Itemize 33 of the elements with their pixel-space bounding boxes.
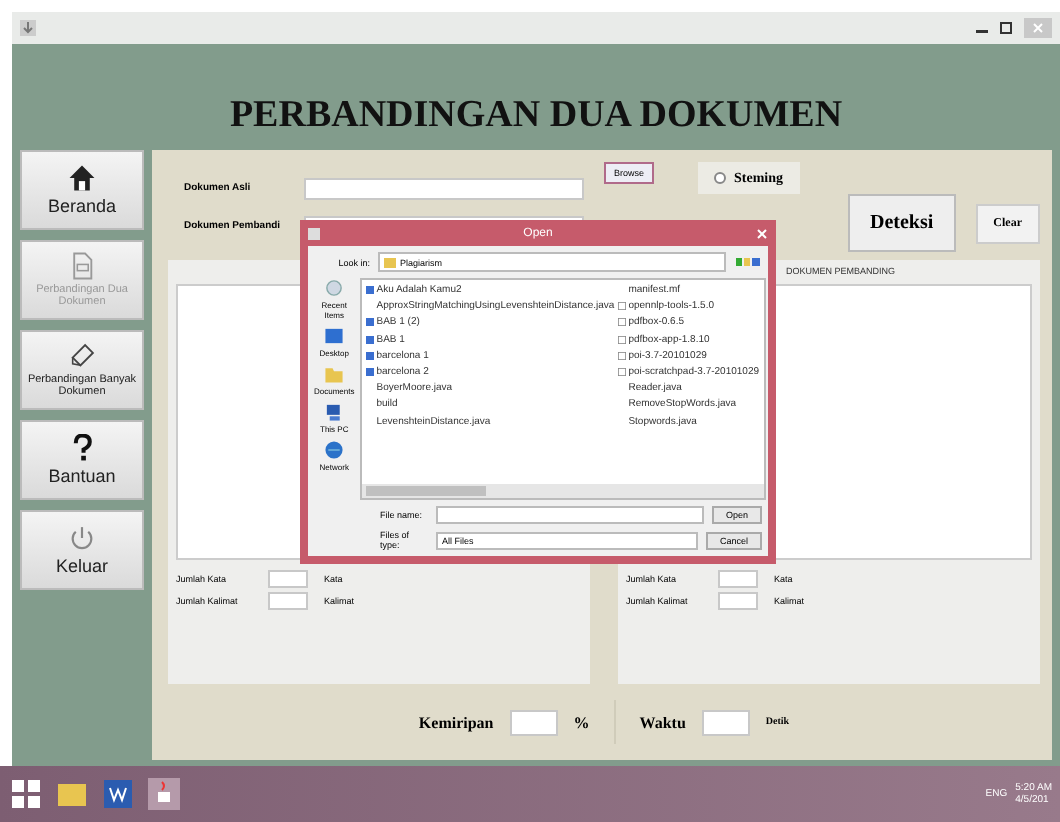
scrollbar[interactable] (362, 484, 764, 498)
close-icon[interactable] (1024, 18, 1052, 38)
question-icon (68, 434, 96, 462)
document-icon[interactable] (100, 776, 136, 812)
close-icon[interactable] (756, 227, 768, 239)
globe-icon (324, 440, 345, 460)
monitor-icon (324, 326, 345, 346)
sidebar-button[interactable]: Beranda (20, 150, 144, 230)
input-field[interactable] (304, 177, 584, 199)
time-label: Waktu (639, 713, 686, 731)
app-icon (308, 227, 320, 239)
file-name-field[interactable] (436, 506, 704, 524)
input-field[interactable] (718, 570, 758, 588)
similarity-label: Kemiripan (418, 713, 494, 731)
start-icon[interactable] (8, 776, 44, 812)
input-field[interactable] (509, 709, 558, 735)
sidebar-button[interactable]: Keluar (20, 510, 144, 590)
power-icon (68, 524, 96, 552)
input-field[interactable] (268, 592, 308, 610)
input-field[interactable] (718, 592, 758, 610)
tag-icon (68, 341, 96, 370)
maximize-icon[interactable] (1000, 22, 1012, 34)
computer-icon (324, 402, 345, 422)
detect-button[interactable]: Deteksi (848, 194, 956, 252)
home-icon (68, 164, 96, 192)
input-field[interactable] (268, 570, 308, 588)
app-icon (20, 20, 36, 36)
clock-icon (324, 278, 345, 298)
sidebar-button[interactable]: Bantuan (20, 420, 144, 500)
unit-label: % (573, 713, 590, 731)
window-title: PERBANDINGAN DUA DOKUMEN (229, 94, 843, 138)
document-icon (68, 251, 96, 280)
input-field[interactable] (701, 709, 750, 735)
